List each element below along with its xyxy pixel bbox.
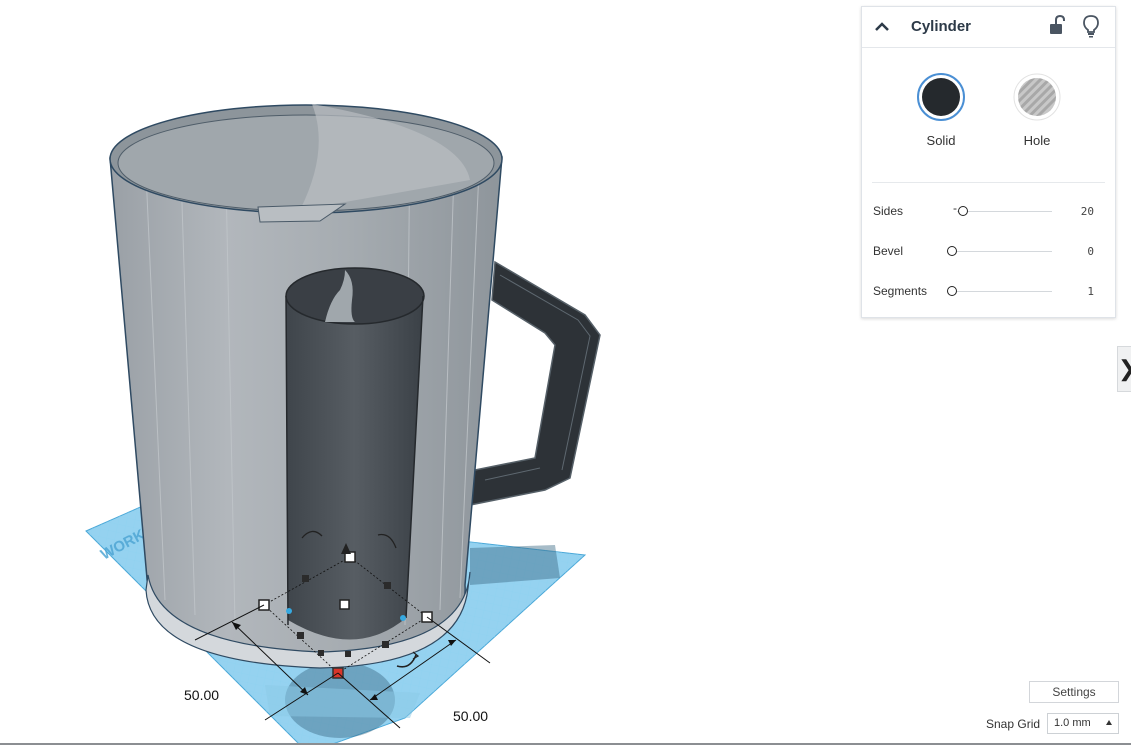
hole-label: Hole bbox=[1023, 133, 1051, 148]
bevel-value[interactable]: 0 bbox=[1087, 245, 1094, 258]
sides-value[interactable]: 20 bbox=[1081, 205, 1094, 218]
bevel-slider-knob[interactable] bbox=[947, 246, 957, 256]
segments-slider-track[interactable] bbox=[957, 291, 1052, 292]
dimension-width-label[interactable]: 50.00 bbox=[178, 683, 226, 707]
chevron-up-icon[interactable] bbox=[872, 17, 892, 37]
snap-grid-value: 1.0 mm bbox=[1054, 717, 1091, 729]
hole-swatch-icon bbox=[1013, 73, 1061, 121]
segments-property: Segments 1 bbox=[873, 282, 1105, 302]
chevron-right-icon[interactable]: ❯ bbox=[1117, 346, 1131, 392]
shape-inspector-panel: Cylinder Solid Hole Sides - 20 Bevel 0 S… bbox=[861, 6, 1116, 318]
segments-slider-knob[interactable] bbox=[947, 286, 957, 296]
move-handle-center[interactable] bbox=[339, 599, 350, 610]
sides-property: Sides - 20 bbox=[873, 201, 1105, 222]
hole-mode-button[interactable]: Hole bbox=[1007, 72, 1067, 148]
lightbulb-icon[interactable] bbox=[1081, 14, 1101, 38]
dimension-depth-label[interactable]: 50.00 bbox=[447, 704, 495, 728]
solid-swatch-icon bbox=[917, 73, 965, 121]
bevel-slider-track[interactable] bbox=[957, 251, 1052, 252]
inspector-title: Cylinder bbox=[911, 18, 972, 35]
segments-value[interactable]: 1 bbox=[1087, 285, 1094, 298]
selected-cylinder[interactable] bbox=[285, 267, 425, 640]
settings-button[interactable]: Settings bbox=[1029, 681, 1119, 703]
solid-label: Solid bbox=[926, 133, 956, 148]
inspector-header: Cylinder bbox=[862, 7, 1115, 48]
sides-label: Sides bbox=[873, 204, 904, 218]
bevel-property: Bevel 0 bbox=[873, 242, 1105, 262]
segments-label: Segments bbox=[873, 284, 928, 298]
unlock-icon[interactable] bbox=[1047, 14, 1067, 37]
sides-slider-track[interactable] bbox=[957, 211, 1052, 212]
snap-grid-select[interactable]: 1.0 mm bbox=[1047, 713, 1119, 734]
sides-slider-knob[interactable] bbox=[958, 206, 968, 216]
inspector-divider bbox=[872, 182, 1105, 183]
sides-minus-icon: - bbox=[953, 201, 957, 215]
snap-grid-label: Snap Grid bbox=[986, 717, 1041, 731]
caret-up-icon bbox=[1106, 720, 1112, 725]
bevel-label: Bevel bbox=[873, 244, 904, 258]
solid-mode-button[interactable]: Solid bbox=[911, 72, 971, 148]
